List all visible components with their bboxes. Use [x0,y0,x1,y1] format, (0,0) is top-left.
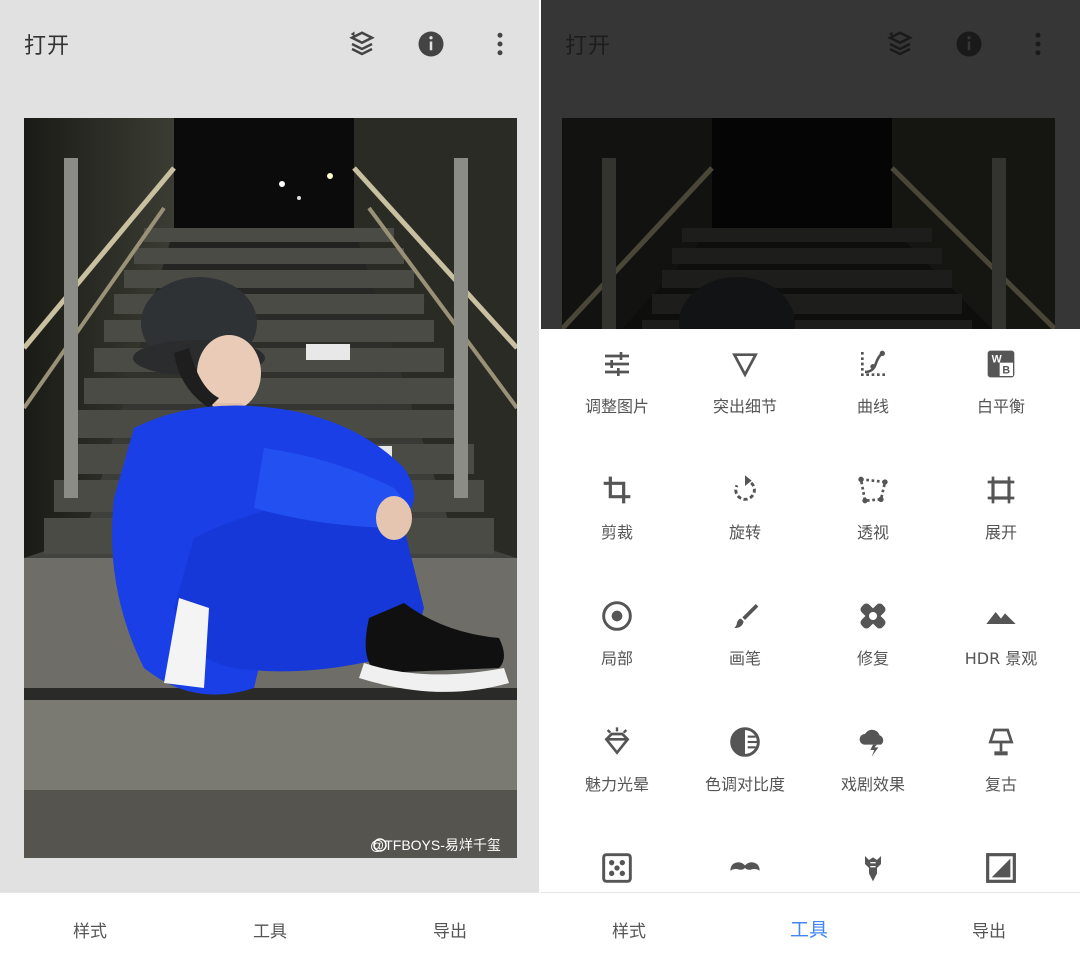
layers-undo-icon[interactable] [880,24,920,64]
tool-rotate[interactable]: 旋转 [681,455,809,565]
tool-label: 局部 [600,649,633,668]
tab-styles[interactable]: 样式 [569,917,689,942]
info-icon[interactable] [411,24,451,64]
guitar-icon [856,851,890,885]
svg-text:B: B [1002,364,1010,376]
photo-image: @TFBOYS-易烊千玺 [24,118,517,858]
tool-tonal-contrast[interactable]: 色调对比度 [681,707,809,817]
tool-details[interactable]: 突出细节 [681,329,809,439]
bottom-nav: 样式 工具 导出 [0,892,539,964]
dimmed-overlay[interactable]: 打开 [541,0,1080,329]
tab-tools[interactable]: 工具 [749,915,869,942]
bandage-icon [856,599,890,633]
tool-label: 剪裁 [600,523,633,542]
open-button[interactable]: 打开 [24,28,70,60]
tool-brush[interactable]: 画笔 [681,581,809,691]
lamp-icon [984,725,1018,759]
top-bar: 打开 [0,0,539,86]
cloud-lightning-icon [856,725,890,759]
tool-label: 展开 [984,523,1017,542]
tool-tune-image[interactable]: 调整图片 [553,329,681,439]
tonal-contrast-icon [728,725,762,759]
tool-label: 画笔 [728,649,761,668]
photo: @TFBOYS-易烊千玺 [24,118,517,858]
tools-panel: 调整图片 突出细节 曲线 WB 白平衡 剪裁 旋转 透视 展开 局部 画笔 修复… [541,329,1080,892]
layers-undo-icon[interactable] [342,24,382,64]
tool-selective[interactable]: 局部 [553,581,681,691]
sliders-icon [600,347,634,381]
tool-label: 修复 [856,649,889,668]
tool-label: 复古 [984,775,1017,794]
top-bar: 打开 [541,0,1080,86]
tool-label: 色调对比度 [704,775,785,794]
bottom-nav: 样式 工具 导出 [541,892,1080,964]
tool-frames[interactable] [937,833,1065,892]
info-icon[interactable] [949,24,989,64]
tool-label: 突出细节 [712,397,777,416]
watermark-text: @TFBOYS-易烊千玺 [370,837,501,853]
diamond-icon [600,725,634,759]
mustache-icon [728,851,762,885]
grain-dice-icon [600,851,634,885]
tool-retrolux[interactable] [681,833,809,892]
triangle-icon [728,347,762,381]
tab-export[interactable]: 导出 [390,917,510,942]
tool-label: HDR 景观 [964,649,1038,668]
tool-perspective[interactable]: 透视 [809,455,937,565]
tab-styles[interactable]: 样式 [30,917,150,942]
tool-hdr-scape[interactable]: HDR 景观 [937,581,1065,691]
right-screen: 打开 调整图片 突出细节 曲线 W B 白平衡 剪裁 旋转 透视 展开 局部 画… [541,0,1080,964]
tool-drama[interactable]: 戏剧效果 [809,707,937,817]
tool-healing[interactable]: 修复 [809,581,937,691]
tool-label: 魅力光晕 [584,775,649,794]
tool-glamour-glow[interactable]: 魅力光晕 [553,707,681,817]
left-screen: 打开 @TFBOYS-易烊千玺 样式 工具 导出 [0,0,539,964]
rotate-icon [728,473,762,507]
tool-white-balance[interactable]: WB 白平衡 [937,329,1065,439]
tool-grainy-film[interactable] [553,833,681,892]
tool-label: 白平衡 [976,397,1025,416]
tool-label: 透视 [856,523,889,542]
tool-label: 调整图片 [584,397,649,416]
curve-icon [856,347,890,381]
frame-icon [984,851,1018,885]
tool-vintage[interactable]: 复古 [937,707,1065,817]
expand-icon [984,473,1018,507]
tool-label: 戏剧效果 [840,775,905,794]
tool-expand[interactable]: 展开 [937,455,1065,565]
perspective-icon [856,473,890,507]
white-balance-icon: WB [984,347,1018,381]
mountain-icon [984,599,1018,633]
tab-export[interactable]: 导出 [929,917,1049,942]
target-icon [600,599,634,633]
brush-icon [728,599,762,633]
tool-crop[interactable]: 剪裁 [553,455,681,565]
more-vert-icon[interactable] [480,24,520,64]
open-button[interactable]: 打开 [565,28,611,60]
tool-label: 曲线 [856,397,889,416]
tool-label: 旋转 [728,523,761,542]
crop-icon [600,473,634,507]
tab-tools[interactable]: 工具 [210,917,330,942]
tool-grunge[interactable] [809,833,937,892]
photo-dimmed [562,118,1055,329]
tool-curves[interactable]: 曲线 [809,329,937,439]
more-vert-icon[interactable] [1018,24,1058,64]
